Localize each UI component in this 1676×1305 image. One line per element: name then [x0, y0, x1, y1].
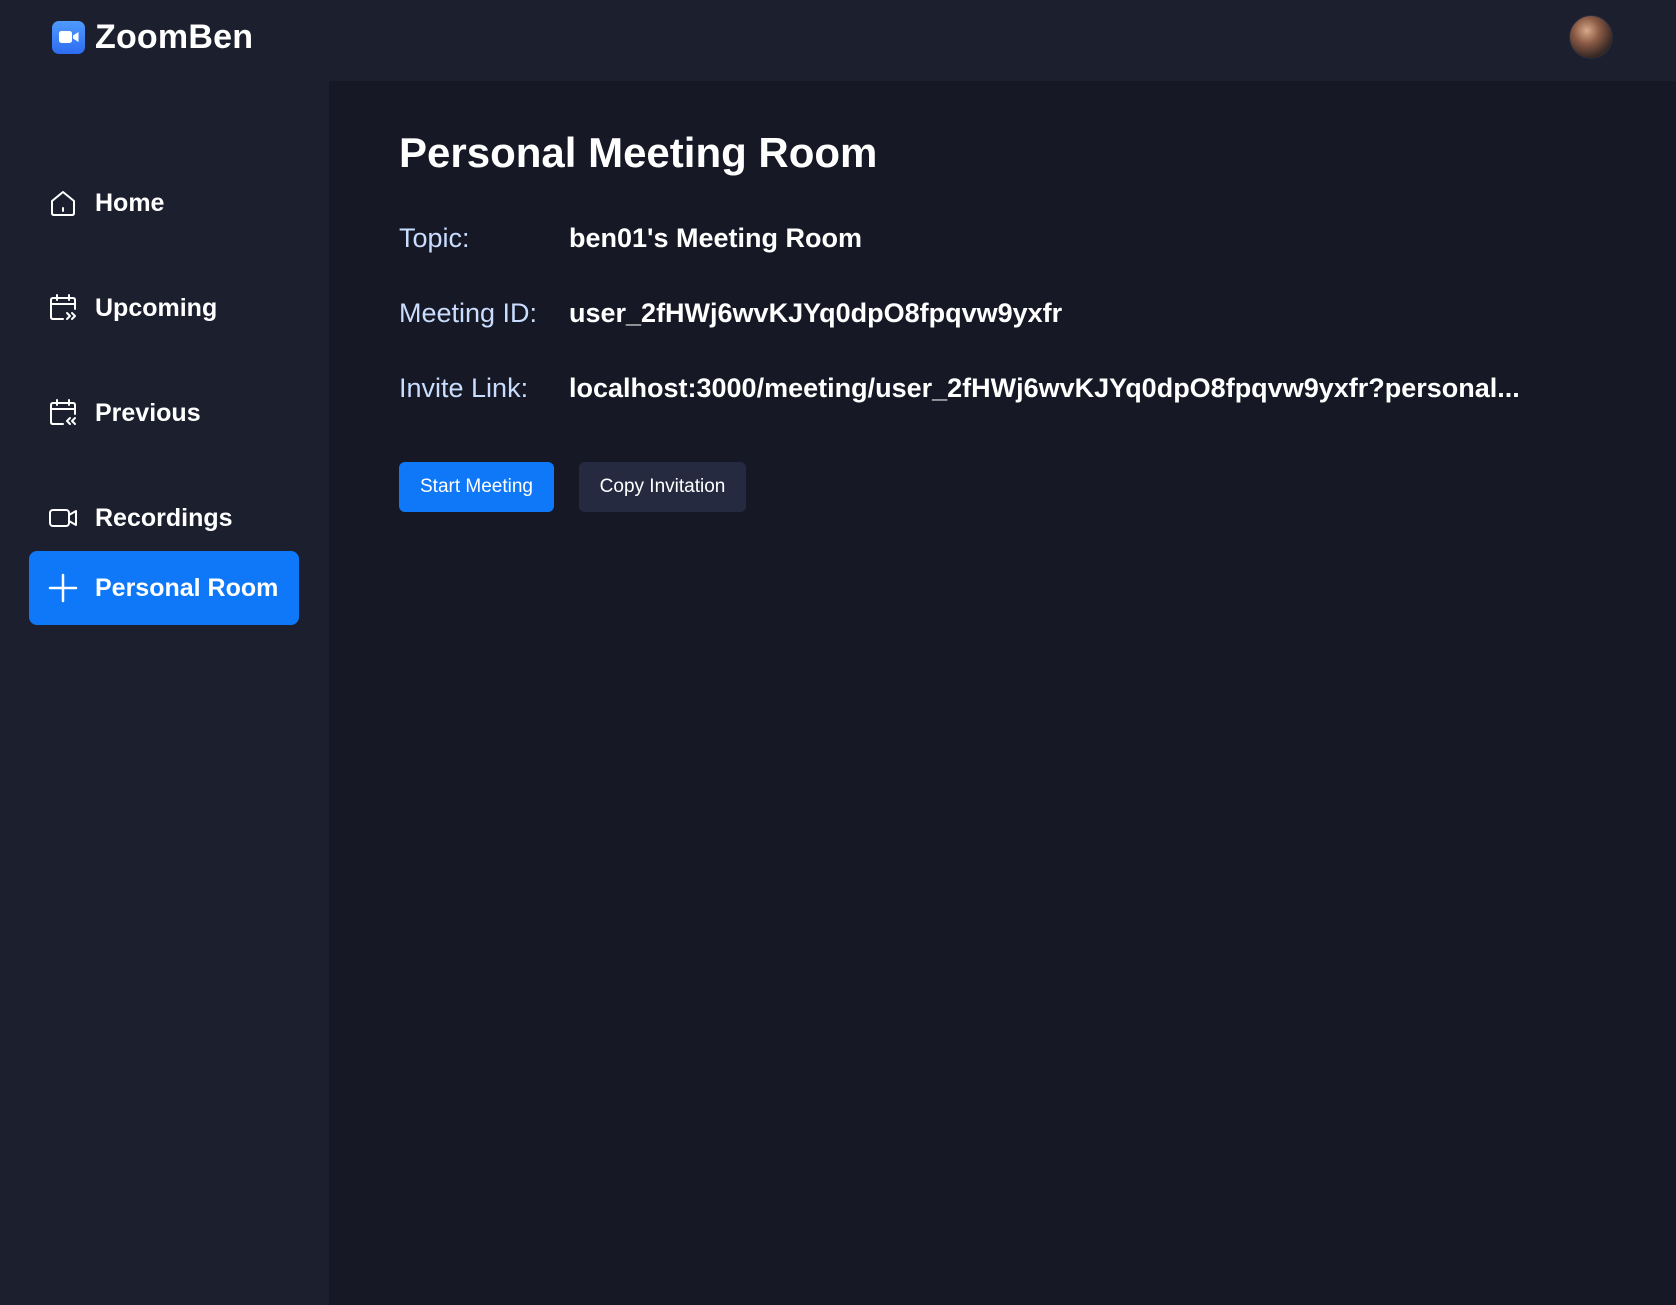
sidebar-item-previous[interactable]: Previous [29, 376, 299, 450]
sidebar-item-upcoming[interactable]: Upcoming [29, 271, 299, 345]
detail-row-topic: Topic: ben01's Meeting Room [399, 223, 862, 254]
brand-name: ZoomBen [95, 17, 254, 56]
copy-invitation-button[interactable]: Copy Invitation [579, 462, 746, 512]
home-icon [45, 185, 81, 221]
calendar-previous-icon [45, 395, 81, 431]
sidebar-item-label: Upcoming [95, 293, 218, 322]
zoom-logo-icon [52, 20, 85, 54]
detail-key: Invite Link: [399, 373, 529, 403]
sidebar-item-recordings[interactable]: Recordings [29, 481, 299, 555]
sidebar-item-label: Home [95, 188, 165, 217]
plus-icon [45, 570, 81, 606]
video-icon [45, 500, 81, 536]
detail-value: ben01's Meeting Room [569, 223, 862, 253]
detail-value[interactable]: localhost:3000/meeting/user_2fHWj6wvKJYq… [569, 373, 1520, 404]
sidebar-item-label: Recordings [95, 503, 233, 532]
brand[interactable]: ZoomBen [52, 17, 253, 57]
top-navbar: ZoomBen [0, 0, 1676, 81]
sidebar: Home Upcoming Previous Recordings Person… [0, 81, 329, 1305]
sidebar-item-label: Personal Room [95, 573, 279, 602]
sidebar-item-personal-room[interactable]: Personal Room [29, 551, 299, 625]
sidebar-item-home[interactable]: Home [29, 166, 299, 240]
main-content: Personal Meeting Room Topic: ben01's Mee… [329, 81, 1676, 1305]
detail-value: user_2fHWj6wvKJYq0dpO8fpqvw9yxfr [569, 298, 1063, 328]
sidebar-item-label: Previous [95, 398, 201, 427]
page-title: Personal Meeting Room [399, 129, 878, 176]
user-avatar[interactable] [1569, 15, 1613, 59]
detail-row-invite-link: Invite Link: localhost:3000/meeting/user… [399, 373, 1520, 404]
detail-key: Topic: [399, 223, 470, 253]
start-meeting-button[interactable]: Start Meeting [399, 462, 554, 512]
calendar-upcoming-icon [45, 290, 81, 326]
detail-key: Meeting ID: [399, 298, 538, 328]
detail-row-meeting-id: Meeting ID: user_2fHWj6wvKJYq0dpO8fpqvw9… [399, 298, 1062, 329]
